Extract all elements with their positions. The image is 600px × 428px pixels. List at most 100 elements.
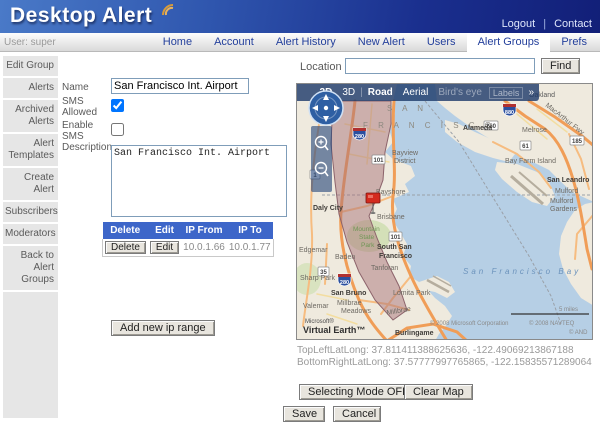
sidebar-item-back-to-alert-groups[interactable]: Back to Alert Groups [3, 246, 58, 290]
map-toolbar-more-button[interactable]: » [523, 87, 539, 98]
map-label-san-bruno: San Bruno [331, 290, 366, 297]
clear-map-button[interactable]: Clear Map [404, 384, 473, 400]
virtual-earth-logo-microsoft: Microsoft® [305, 318, 334, 325]
map-style-aerial-button[interactable]: Aerial [398, 87, 434, 98]
map-label-burlingame: Burlingame [395, 330, 434, 337]
svg-text:101: 101 [373, 158, 384, 164]
map-style-road-button[interactable]: Road [363, 87, 398, 98]
nav-item-account[interactable]: Account [203, 33, 265, 52]
map-label-mulford-gardens-2: Gardens [550, 206, 577, 213]
svg-text:101: 101 [390, 235, 401, 241]
map-label-sharp-park: Sharp Park [300, 275, 336, 282]
selecting-mode-button[interactable]: Selecting Mode OFF [299, 384, 418, 400]
map-zoom-bar [311, 126, 332, 192]
description-textarea[interactable]: San Francisco Int. Airport [111, 145, 287, 217]
sidebar-item-alerts[interactable]: Alerts [3, 78, 58, 98]
page: Desktop Alert Logout | Contact User: super… [0, 0, 600, 428]
nav-item-new-alert[interactable]: New Alert [347, 33, 416, 52]
map-label-bayshore: Bayshore [376, 189, 406, 196]
edit-button[interactable]: Edit [149, 241, 180, 254]
add-new-ip-range-button[interactable]: Add new ip range [111, 320, 215, 336]
zoom-out-icon[interactable] [314, 161, 329, 177]
ip-to-value: 10.0.1.77 [226, 239, 274, 257]
map-label-alameda: Alameda [463, 125, 492, 132]
zoom-in-icon[interactable] [314, 135, 329, 151]
col-header-edit: Edit [147, 222, 182, 239]
map-label-lomita-park: Lomita Park [393, 290, 431, 297]
name-label: Name [62, 82, 89, 93]
svg-text:880: 880 [505, 110, 514, 116]
current-user-label: User: super [4, 37, 56, 48]
logout-link[interactable]: Logout [502, 18, 536, 30]
map-label-daly-city: Daly City [313, 205, 343, 212]
top-navbar: User: super Home Account Alert History N… [0, 33, 600, 52]
map-toolbar-divider: | [360, 87, 363, 98]
enable-sms-checkbox[interactable] [111, 123, 124, 136]
sidebar-item-archived-alerts[interactable]: Archived Alerts [3, 100, 58, 132]
map-label-melrose: Melrose [522, 127, 547, 134]
sidebar-item-moderators[interactable]: Moderators [3, 224, 58, 244]
map-label-bay-farm-island: Bay Farm Island [505, 158, 556, 165]
ip-range-table: Delete Edit IP From IP To Delete Edit 10… [101, 222, 274, 257]
map-label-south-san: South San [377, 244, 412, 251]
map-compass-control[interactable] [307, 89, 345, 127]
sidebar-filler [3, 292, 58, 418]
map-copyright-and: © AND [569, 329, 588, 336]
bottom-right-latlong: BottomRightLatLong: 37.57777997765865, -… [297, 357, 592, 368]
sidebar-item-alert-templates[interactable]: Alert Templates [3, 134, 58, 166]
map-labels-toggle[interactable]: Labels [488, 86, 524, 99]
enable-sms-label: Enable SMS [62, 120, 94, 142]
sidebar-item-create-alert[interactable]: Create Alert [3, 168, 58, 200]
svg-text:61: 61 [522, 144, 529, 150]
map[interactable]: 280 280 880 101 101 1 [296, 83, 593, 340]
map-label-san-francisco-bay: San Francisco Bay [463, 267, 581, 276]
save-button[interactable]: Save [283, 406, 325, 422]
app-header: Desktop Alert Logout | Contact [0, 0, 600, 33]
name-input[interactable] [111, 78, 249, 94]
description-label: Description [62, 142, 113, 153]
nav-item-alert-history[interactable]: Alert History [265, 33, 347, 52]
map-shield-us101-south: 101 [388, 231, 403, 242]
map-label-mountain: Mountain [353, 226, 380, 233]
map-style-birdseye-button[interactable]: Bird's eye [433, 87, 487, 98]
location-input[interactable] [345, 58, 535, 74]
map-label-park: Park [361, 242, 375, 249]
sidebar-item-subscribers[interactable]: Subscribers [3, 202, 58, 222]
map-label-tanforan: Tanforan [371, 265, 398, 272]
nav-item-alert-groups[interactable]: Alert Groups [466, 33, 551, 52]
sms-allowed-checkbox[interactable] [111, 99, 124, 112]
map-shield-i880: 880 [502, 103, 517, 117]
map-copyright-microsoft: © 2008 Microsoft Corporation [430, 320, 508, 327]
map-label-millbrae-meadows-1: Millbrae [337, 300, 362, 307]
map-label-baden: Baden [335, 254, 355, 261]
map-label-mulford-gardens-1: Mulford [550, 198, 573, 205]
map-shield-ca61: 61 [519, 140, 532, 151]
map-label-san-leandro: San Leandro [547, 177, 589, 184]
nav-item-users[interactable]: Users [416, 33, 467, 52]
map-shield-i280-south: 280 [337, 273, 352, 287]
col-header-ip-to: IP To [226, 222, 274, 239]
nav-item-home[interactable]: Home [152, 33, 203, 52]
map-label-state: State [359, 234, 375, 241]
svg-text:185: 185 [572, 139, 583, 145]
col-header-ip-from: IP From [181, 222, 227, 239]
map-label-ssf-francisco: Francisco [379, 253, 412, 260]
sidebar: Edit Group Alerts Archived Alerts Alert … [3, 56, 58, 418]
map-label-brisbane: Brisbane [377, 214, 405, 221]
contact-link[interactable]: Contact [554, 18, 592, 30]
map-copyright-navteq: © 2008 NAVTEQ [529, 320, 575, 327]
signal-icon [162, 4, 174, 16]
map-shield-ca185: 185 [569, 135, 585, 146]
nav-item-prefs[interactable]: Prefs [550, 33, 598, 52]
map-label-edgemar: Edgemar [299, 247, 328, 254]
top-left-latlong: TopLeftLatLong: 37.811411388625636, -122… [297, 345, 574, 356]
find-button[interactable]: Find [541, 58, 581, 74]
col-header-delete: Delete [102, 222, 148, 239]
cancel-button[interactable]: Cancel [333, 406, 381, 422]
svg-text:280: 280 [355, 134, 364, 140]
delete-button[interactable]: Delete [105, 241, 146, 254]
sms-allowed-label: SMS Allowed [62, 96, 98, 118]
table-row: Delete Edit 10.0.1.66 10.0.1.77 [101, 239, 274, 257]
map-label-bayview-2: District [394, 158, 415, 165]
sidebar-item-edit-group[interactable]: Edit Group [3, 56, 58, 76]
